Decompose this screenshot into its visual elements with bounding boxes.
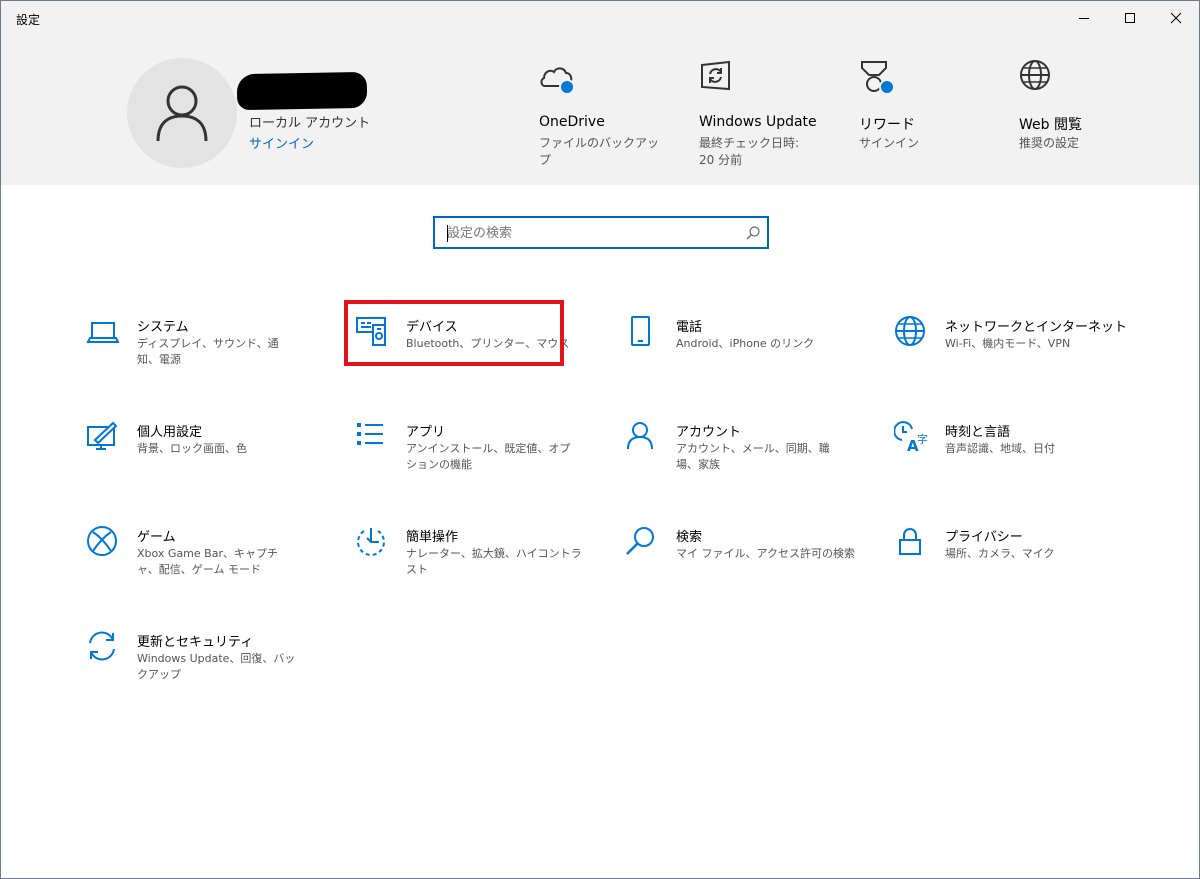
- apps-list-icon: [357, 423, 383, 445]
- onedrive-item[interactable]: OneDrive ファイルのバックアップ: [539, 59, 689, 169]
- xbox-icon: [87, 526, 117, 556]
- search-input[interactable]: [447, 222, 737, 244]
- search-icon: [626, 527, 654, 555]
- web-browsing-title: Web 閲覧: [1019, 117, 1082, 133]
- person-icon: [156, 85, 208, 142]
- category-ease-of-access[interactable]: 簡単操作 ナレーター、拡大鏡、ハイコントラスト: [355, 526, 605, 616]
- category-title: アプリ: [406, 425, 446, 440]
- category-apps[interactable]: アプリ アンインストール、既定値、オプションの機能: [355, 421, 605, 511]
- category-title: 簡単操作: [406, 530, 459, 545]
- time-language-icon: A 字: [894, 421, 928, 455]
- category-phone[interactable]: 電話 Android、iPhone のリンク: [625, 316, 875, 406]
- personalization-icon: [87, 421, 118, 450]
- category-description: 背景、ロック画面、色: [137, 442, 247, 455]
- category-description: アンインストール、既定値、オプションの機能: [406, 442, 571, 471]
- category-title: アカウント: [676, 425, 742, 440]
- laptop-icon: [86, 322, 120, 343]
- maximize-icon: [1125, 13, 1135, 23]
- signin-link[interactable]: サインイン: [249, 133, 314, 152]
- account-header: ローカル アカウント サインイン OneDrive ファイルのバックアップ Wi…: [1, 35, 1199, 185]
- web-browsing-item[interactable]: Web 閲覧 推奨の設定: [1019, 59, 1169, 169]
- category-search[interactable]: 検索 マイ ファイル、アクセス許可の検索: [625, 526, 875, 616]
- title-bar: 設定: [1, 1, 1199, 35]
- phone-icon: [631, 316, 650, 346]
- person-icon: [627, 422, 653, 450]
- category-description: ナレーター、拡大鏡、ハイコントラスト: [406, 547, 582, 576]
- update-sync-icon: [89, 631, 115, 661]
- category-description: マイ ファイル、アクセス許可の検索: [676, 547, 855, 560]
- ease-of-access-icon: [357, 528, 385, 556]
- category-personalization[interactable]: 個人用設定 背景、ロック画面、色: [86, 421, 336, 511]
- status-badge: [559, 79, 575, 95]
- category-title: ゲーム: [137, 530, 176, 545]
- avatar[interactable]: [127, 58, 237, 168]
- category-title: プライバシー: [945, 530, 1023, 545]
- category-description: ディスプレイ、サウンド、通知、電源: [137, 337, 279, 366]
- category-title: 電話: [676, 320, 703, 335]
- category-title: 個人用設定: [137, 425, 203, 440]
- category-title: 時刻と言語: [945, 425, 1011, 440]
- rewards-subtitle: サインイン: [859, 136, 920, 150]
- windows-update-icon: [701, 60, 730, 91]
- minimize-button[interactable]: [1061, 1, 1107, 35]
- account-type: ローカル アカウント: [249, 116, 371, 131]
- redacted-username: [236, 71, 368, 111]
- category-accounts[interactable]: アカウント アカウント、メール、同期、職場、家族: [625, 421, 875, 511]
- globe-icon: [895, 316, 925, 346]
- category-description: Wi-Fi、機内モード、VPN: [945, 337, 1071, 350]
- windows-update-item[interactable]: Windows Update 最終チェック日時: 20 分前: [699, 59, 849, 169]
- category-description: Xbox Game Bar、キャプチャ、配信、ゲーム モード: [137, 547, 278, 576]
- windows-update-subtitle: 最終チェック日時: 20 分前: [699, 136, 800, 167]
- settings-search-box[interactable]: [433, 216, 769, 249]
- category-title: ネットワークとインターネット: [945, 320, 1128, 335]
- category-gaming[interactable]: ゲーム Xbox Game Bar、キャプチャ、配信、ゲーム モード: [86, 526, 336, 616]
- category-description: 音声認識、地域、日付: [945, 442, 1055, 455]
- web-browsing-subtitle: 推奨の設定: [1019, 136, 1080, 150]
- medal-icon: [861, 61, 887, 92]
- category-network[interactable]: ネットワークとインターネット Wi-Fi、機内モード、VPN: [894, 316, 1144, 406]
- category-time-language[interactable]: A 字 時刻と言語 音声認識、地域、日付: [894, 421, 1144, 511]
- category-title: 検索: [676, 530, 703, 545]
- settings-window: 設定 ローカル アカウント サインイン OneDrive ファイルのバックアップ…: [0, 0, 1200, 879]
- rewards-item[interactable]: リワード サインイン: [859, 59, 1009, 169]
- status-badge: [879, 79, 895, 95]
- search-icon[interactable]: [745, 225, 761, 241]
- category-description: Windows Update、回復、バックアップ: [137, 652, 296, 681]
- category-description: Android、iPhone のリンク: [676, 337, 815, 350]
- category-update-security[interactable]: 更新とセキュリティ Windows Update、回復、バックアップ: [86, 631, 336, 721]
- lock-icon: [899, 528, 921, 555]
- category-description: アカウント、メール、同期、職場、家族: [676, 442, 830, 471]
- category-system[interactable]: システム ディスプレイ、サウンド、通知、電源: [86, 316, 336, 406]
- minimize-icon: [1079, 18, 1089, 19]
- highlight-box: [344, 300, 564, 366]
- windows-update-title: Windows Update: [699, 114, 817, 130]
- window-title: 設定: [16, 13, 41, 27]
- onedrive-subtitle: ファイルのバックアップ: [539, 136, 660, 167]
- globe-icon: [1020, 60, 1050, 90]
- svg-text:字: 字: [917, 432, 928, 446]
- maximize-button[interactable]: [1107, 1, 1153, 35]
- category-title: 更新とセキュリティ: [137, 635, 254, 650]
- cloud-icon: [540, 67, 573, 87]
- close-button[interactable]: [1153, 1, 1199, 35]
- category-title: システム: [137, 320, 189, 335]
- close-icon: [1170, 12, 1182, 24]
- category-description: 場所、カメラ、マイク: [945, 547, 1055, 560]
- rewards-title: リワード: [859, 117, 915, 133]
- category-privacy[interactable]: プライバシー 場所、カメラ、マイク: [894, 526, 1144, 616]
- onedrive-title: OneDrive: [539, 114, 605, 130]
